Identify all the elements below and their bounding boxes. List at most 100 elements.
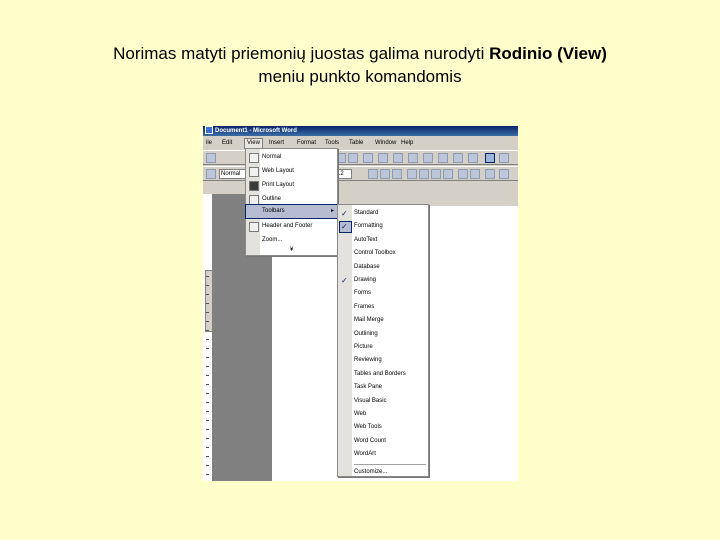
bullets-icon[interactable] (470, 169, 480, 179)
new-icon[interactable] (206, 153, 216, 163)
ruler-tick (206, 312, 209, 313)
underline-icon[interactable] (392, 169, 402, 179)
submenu-arrow-icon: ▸ (330, 208, 334, 214)
menu-separator (354, 463, 426, 465)
view-menu-item-toolbars[interactable]: Toolbars ▸ (245, 204, 338, 219)
toolbars-submenu-item-label: Mail Merge (354, 317, 384, 324)
slide-title-text: Norimas matyti priemonių juostas galima … (113, 44, 490, 63)
checkmark-icon: ✓ (341, 222, 348, 232)
toolbars-submenu-item-label: Word Count (354, 437, 386, 444)
view-menu-item-header-footer[interactable]: Header and Footer (246, 220, 337, 233)
bold-icon[interactable] (368, 169, 378, 179)
toolbars-submenu-item[interactable]: WordArt (338, 448, 428, 461)
menu-window[interactable]: Window (375, 138, 396, 149)
ruler-tick (206, 420, 209, 421)
slide-title: Norimas matyti priemonių juostas galima … (0, 42, 720, 88)
align-left-icon[interactable] (407, 169, 417, 179)
numbering-icon[interactable] (458, 169, 468, 179)
toolbars-submenu-item[interactable]: Database (338, 261, 428, 274)
toolbars-submenu-item[interactable]: ✓ Formatting (338, 220, 428, 234)
toolbars-submenu: ✓ Standard ✓ Formatting AutoText Control Tool… (337, 204, 429, 477)
toolbars-submenu-item[interactable]: Web (338, 408, 428, 421)
checkmark-icon: ✓ (341, 276, 348, 285)
style-pane-icon[interactable] (206, 169, 216, 179)
toolbars-submenu-item[interactable]: Picture (338, 341, 428, 354)
toolbars-submenu-item-label: Database (354, 263, 380, 270)
ruler-tick (206, 474, 209, 475)
toolbars-submenu-item[interactable]: Customize... (338, 466, 428, 479)
toolbars-submenu-item-label: Frames (354, 303, 375, 310)
toolbars-submenu-item[interactable]: Word Count (338, 435, 428, 448)
align-right-icon[interactable] (431, 169, 441, 179)
ruler-tick (206, 438, 209, 439)
toolbars-submenu-item[interactable]: Frames (338, 301, 428, 314)
view-menu-item-web-layout[interactable]: Web Layout (246, 165, 337, 178)
menu-edit[interactable]: Edit (222, 138, 232, 149)
view-menu-item-print-layout[interactable]: Print Layout (246, 179, 337, 192)
hyperlink-icon[interactable] (393, 153, 403, 163)
toolbars-submenu-item-label: Customize... (354, 468, 388, 475)
ruler-tick (206, 447, 209, 448)
toolbars-submenu-item-label: AutoText (354, 236, 378, 243)
toolbars-submenu-item-label: Reviewing (354, 357, 382, 364)
outside-border-icon[interactable] (485, 169, 495, 179)
drawing-icon[interactable] (468, 153, 478, 163)
view-menu-item-label: Web Layout (262, 168, 294, 174)
tables-borders-icon[interactable] (408, 153, 418, 163)
toolbars-submenu-item[interactable]: AutoText (338, 234, 428, 247)
slide-title-bold: Rodinio (View) (489, 44, 607, 63)
ruler-tick (206, 330, 209, 331)
view-menu-item-normal[interactable]: Normal (246, 151, 337, 164)
toolbars-submenu-item[interactable]: Forms (338, 287, 428, 300)
ruler-tick (206, 411, 209, 412)
toolbars-submenu-item[interactable]: Web Tools (338, 421, 428, 434)
window-titlebar: Document1 - Microsoft Word (203, 126, 518, 136)
ruler-tick (206, 456, 209, 457)
ruler-tick (206, 393, 209, 394)
toolbars-submenu-item[interactable]: Control Toolbox (338, 247, 428, 260)
toolbars-submenu-item[interactable]: Reviewing (338, 354, 428, 367)
italic-icon[interactable] (380, 169, 390, 179)
excel-icon[interactable] (438, 153, 448, 163)
view-menu-item-label: Normal (262, 154, 282, 160)
redo-icon[interactable] (378, 153, 388, 163)
slide-title-line2: meniu punkto komandomis (258, 67, 462, 86)
ruler-tick (206, 402, 209, 403)
ruler-tick (206, 339, 209, 340)
toolbars-submenu-item[interactable]: Outlining (338, 328, 428, 341)
toolbars-submenu-item[interactable]: Visual Basic (338, 395, 428, 408)
toolbars-submenu-item-label: Tables and Borders (354, 370, 406, 377)
toolbars-submenu-item-label: Formatting (354, 223, 383, 230)
ruler-tick (206, 384, 209, 385)
toolbars-submenu-item[interactable]: ✓ Drawing (338, 274, 428, 287)
toolbars-submenu-item[interactable]: Mail Merge (338, 314, 428, 327)
ruler-tick (206, 321, 209, 322)
undo-icon[interactable] (363, 153, 373, 163)
ruler-tick (206, 303, 209, 304)
menu-table[interactable]: Table (349, 138, 363, 149)
format-painter-icon[interactable] (348, 153, 358, 163)
justify-icon[interactable] (443, 169, 453, 179)
font-color-icon[interactable] (499, 169, 509, 179)
show-hide-icon[interactable] (499, 153, 509, 163)
header-footer-icon (249, 222, 259, 232)
ruler-tick (206, 366, 209, 367)
center-icon[interactable] (419, 169, 429, 179)
toolbars-submenu-item-label: Picture (354, 344, 373, 350)
ruler-tick (206, 348, 209, 349)
menu-file[interactable]: ile (206, 138, 212, 149)
ruler-tick (206, 285, 209, 286)
menu-help[interactable]: Help (401, 138, 413, 149)
document-map-icon[interactable] (485, 153, 495, 163)
columns-icon[interactable] (453, 153, 463, 163)
menu-expand-chevron-icon[interactable]: ¥ (290, 246, 293, 254)
toolbars-submenu-item[interactable]: ✓ Standard (338, 207, 428, 220)
word-app-icon (205, 126, 213, 135)
toolbars-submenu-item[interactable]: Task Pane (338, 381, 428, 394)
ruler-tick (206, 465, 209, 466)
toolbars-submenu-item-label: Visual Basic (354, 397, 387, 404)
insert-table-icon[interactable] (423, 153, 433, 163)
normal-view-icon (249, 153, 259, 163)
toolbars-submenu-item-label: WordArt (354, 451, 376, 458)
toolbars-submenu-item[interactable]: Tables and Borders (338, 368, 428, 381)
